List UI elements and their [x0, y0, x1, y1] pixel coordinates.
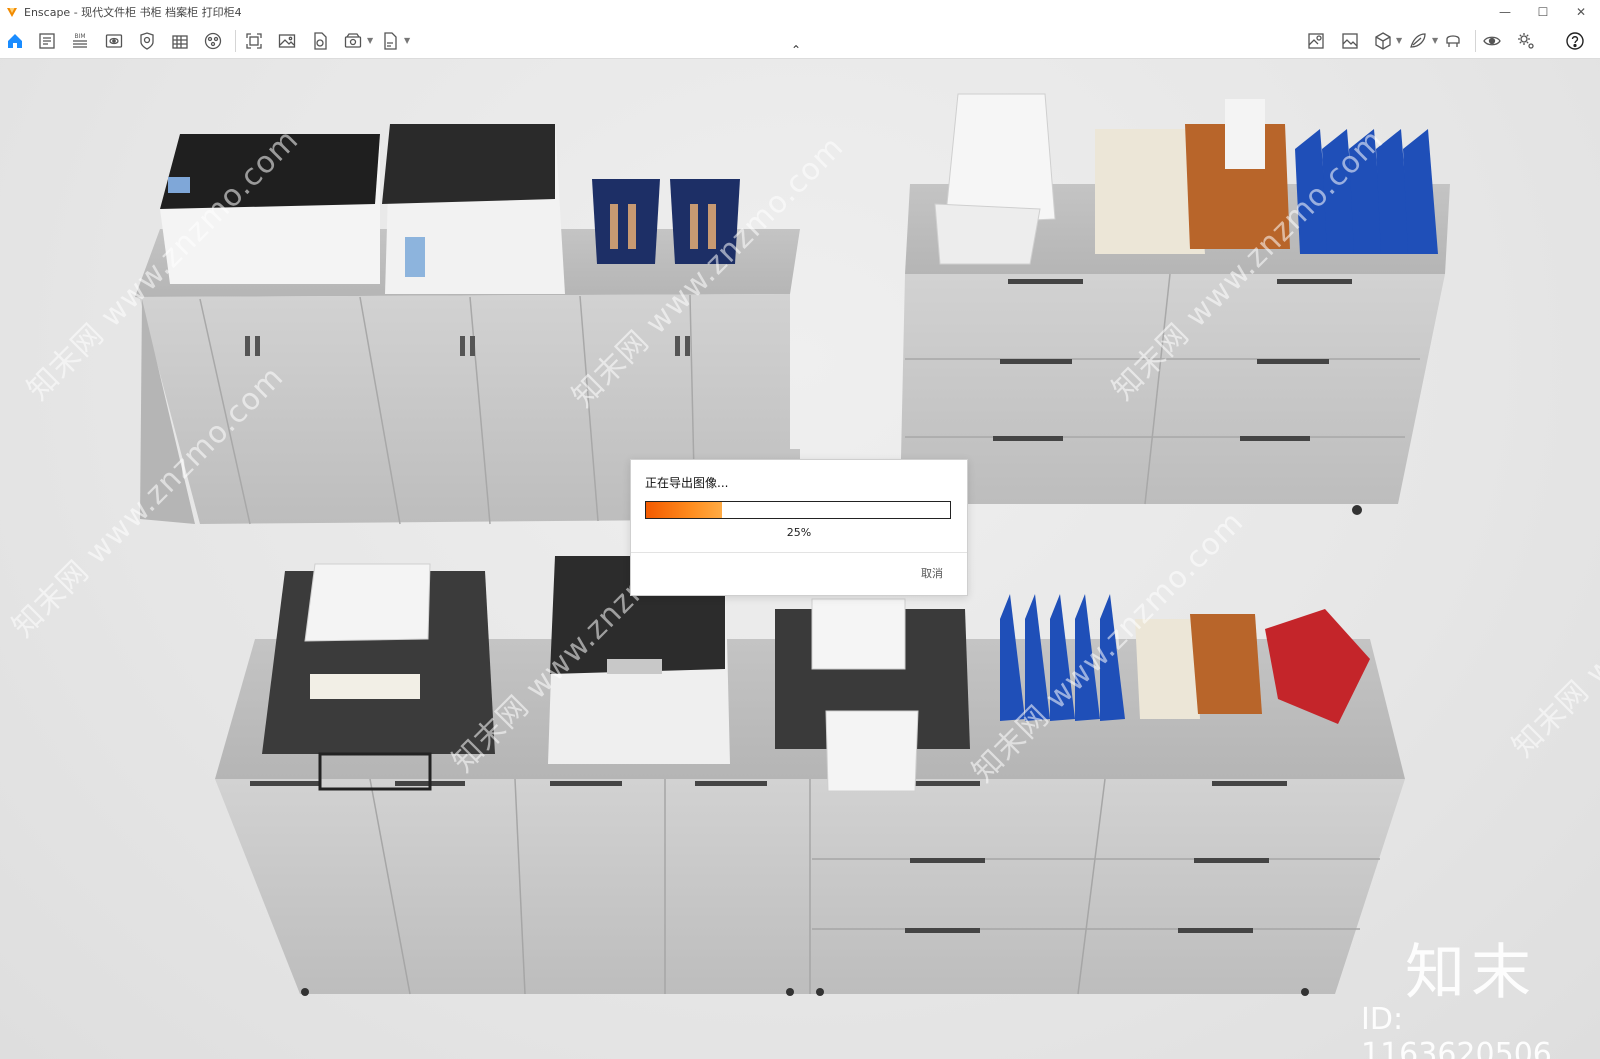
dialog-divider: [631, 552, 967, 553]
cancel-button[interactable]: 取消: [921, 565, 943, 581]
cabinet-bottom: [215, 556, 1405, 996]
enscape-logo-icon: [7, 8, 17, 17]
progress-bar: [645, 501, 951, 519]
screenshot-icon[interactable]: [244, 31, 264, 51]
bim-icon[interactable]: BIM: [70, 31, 90, 51]
image-icon[interactable]: [277, 31, 297, 51]
asset-library-icon[interactable]: [203, 31, 223, 51]
capture-icon[interactable]: [137, 31, 157, 51]
progress-fill: [646, 502, 722, 518]
batch-render-dropdown-icon[interactable]: ▼: [367, 36, 373, 45]
settings-icon[interactable]: [1516, 31, 1536, 51]
gallery-icon[interactable]: [1340, 31, 1360, 51]
collapse-toolbar-button[interactable]: ⌃: [791, 44, 801, 56]
vr-headset-icon[interactable]: [1443, 31, 1463, 51]
material-dropdown-icon[interactable]: ▼: [1432, 36, 1438, 45]
close-button[interactable]: ✕: [1562, 0, 1600, 24]
eye-icon[interactable]: [1482, 31, 1502, 51]
minimize-button[interactable]: —: [1486, 0, 1524, 24]
batch-render-icon[interactable]: [343, 31, 363, 51]
document-icon[interactable]: [37, 31, 57, 51]
site-context-icon[interactable]: [1306, 31, 1326, 51]
material-icon[interactable]: [1408, 31, 1428, 51]
maximize-button[interactable]: ☐: [1524, 0, 1562, 24]
help-icon[interactable]: [1565, 31, 1585, 51]
window-controls: — ☐ ✕: [1486, 0, 1600, 24]
dialog-title: 正在导出图像...: [645, 476, 729, 490]
brand-logo: 知末: [1405, 938, 1537, 1008]
building-icon[interactable]: [170, 31, 190, 51]
bim-label: BIM: [74, 33, 85, 40]
home-icon[interactable]: [5, 31, 25, 51]
title-bar: Enscape - 现代文件柜 书柜 档案柜 打印柜4 — ☐ ✕: [0, 0, 1600, 24]
export-progress-dialog: 正在导出图像... 25% 取消: [630, 459, 968, 596]
cube-icon[interactable]: [1373, 31, 1393, 51]
toolbar-separator: [235, 30, 236, 52]
cube-dropdown-icon[interactable]: ▼: [1396, 36, 1402, 45]
progress-percent: 25%: [786, 526, 812, 539]
exe-export-dropdown-icon[interactable]: ▼: [404, 36, 410, 45]
exe-export-icon[interactable]: [380, 31, 400, 51]
export-icon[interactable]: [310, 31, 330, 51]
window-title: Enscape - 现代文件柜 书柜 档案柜 打印柜4: [24, 6, 242, 19]
toolbar-separator: [1475, 30, 1476, 52]
image-id-label: ID: 1163620506: [1361, 1002, 1552, 1059]
visual-settings-icon[interactable]: [104, 31, 124, 51]
